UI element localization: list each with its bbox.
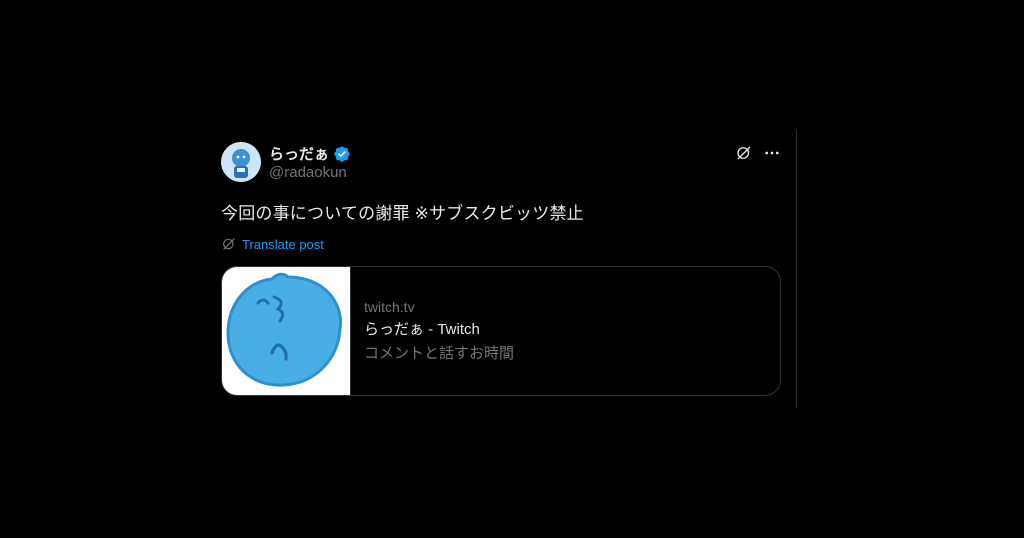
verified-badge-icon [333,145,351,163]
more-icon[interactable] [763,144,781,162]
handle[interactable]: @radaokun [269,164,347,181]
link-card[interactable]: twitch.tv らっだぁ - Twitch コメントと話すお時間 [221,266,781,396]
card-domain: twitch.tv [364,299,415,315]
translate-post-button[interactable]: Translate post [221,236,781,252]
card-description: コメントと話すお時間 [364,345,515,362]
card-thumbnail [222,267,351,395]
avatar[interactable] [221,142,261,182]
tweet-header: らっだぁ @radaokun [221,140,781,184]
top-actions [735,144,781,162]
translate-icon [221,236,237,252]
tweet[interactable]: らっだぁ @radaokun 今回の事についての謝罪 ※サブスクビッツ禁止 Tr… [221,140,781,396]
timeline-divider [796,130,797,408]
card-title: らっだぁ - Twitch [364,321,480,338]
translate-label: Translate post [242,236,324,252]
card-body: twitch.tv らっだぁ - Twitch コメントと話すお時間 [351,267,514,395]
grok-icon[interactable] [735,144,753,162]
name-row: らっだぁ [269,143,351,164]
display-name[interactable]: らっだぁ [269,143,329,164]
tweet-text: 今回の事についての謝罪 ※サブスクビッツ禁止 [221,204,584,223]
